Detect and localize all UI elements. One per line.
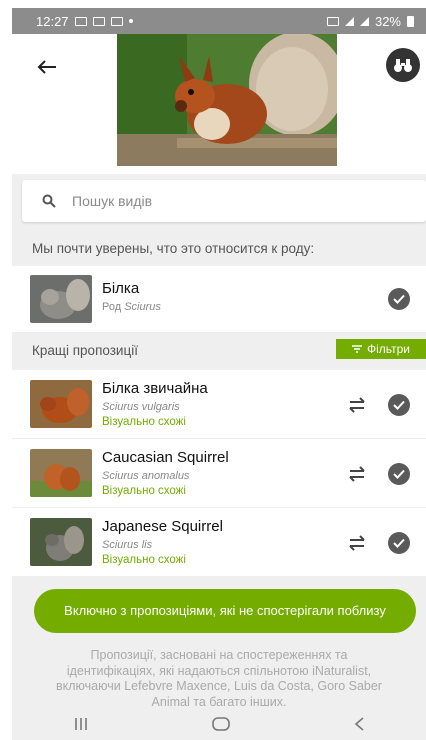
signal-icon-2 [359,16,369,26]
system-nav-bar [12,708,426,740]
attribution-note: Пропозиції, засновані на спостереженнях … [56,648,382,709]
select-genus-button[interactable] [388,288,410,310]
suggestion-scientific: Sciurus lis [102,539,153,551]
home-icon[interactable] [212,717,230,731]
include-nonlocal-button[interactable]: Включно з пропозиціями, які не спостеріг… [34,589,416,633]
phone-screen: 12:27 32% Пошук видів Мы почти уверены, … [12,8,426,740]
genus-thumbnail [30,275,92,323]
species-search[interactable] [22,180,426,222]
suggestion-text: Білка звичайна Sciurus vulgaris Візуальн… [102,380,208,428]
compare-icon [349,535,365,551]
battery-icon [407,15,414,27]
battery-percent: 32% [374,13,401,29]
genus-heading: Мы почти уверены, что это относится к ро… [32,241,315,256]
identify-button[interactable] [386,48,420,82]
check-icon [393,400,405,410]
suggestion-thumbnail [30,449,92,497]
alarm-icon [326,16,339,26]
suggestion-tag: Візуально схожі [102,485,186,497]
suggestion-thumbnail [30,518,92,566]
suggestion-name: Japanese Squirrel [102,518,223,535]
search-input[interactable] [70,192,374,210]
search-icon [42,194,56,208]
squirrel-photo [117,34,337,166]
filters-button[interactable]: Фільтри [336,339,426,359]
check-icon [393,469,405,479]
suggestion-name: Caucasian Squirrel [102,449,229,466]
genus-rank: Род Sciurus [102,301,161,313]
status-right: 32% [326,13,414,29]
back-button[interactable] [32,52,62,82]
binoculars-icon [394,59,412,72]
signal-icon [344,16,354,26]
status-time: 12:27 [36,13,69,29]
filter-icon [352,345,362,353]
genus-name: Білка [102,280,140,297]
genus-row[interactable]: Білка Род Sciurus [12,266,426,332]
hero-header [12,34,426,174]
suggestion-name: Білка звичайна [102,380,208,397]
rank-name: Sciurus [124,301,161,313]
select-suggestion-button[interactable] [388,394,410,416]
suggestion-row-3[interactable]: Japanese Squirrel Sciurus lis Візуально … [12,508,426,576]
suggestion-text: Caucasian Squirrel Sciurus anomalus Візу… [102,449,229,497]
status-left: 12:27 [36,14,133,29]
compare-button[interactable] [346,532,368,554]
filters-label: Фільтри [367,342,410,356]
back-arrow-icon [37,60,56,74]
genus-text: Білка Род Sciurus [102,280,161,313]
compare-button[interactable] [346,463,368,485]
select-suggestion-button[interactable] [388,463,410,485]
image-icon [110,16,123,26]
back-nav-icon[interactable] [353,717,365,731]
suggestion-thumbnail [30,380,92,428]
check-icon [393,538,405,548]
suggestion-row-2[interactable]: Caucasian Squirrel Sciurus anomalus Візу… [12,439,426,507]
rank-label: Род [102,301,122,313]
suggestion-tag: Візуально схожі [102,416,186,428]
observation-photo [117,34,337,166]
notification-icon [74,16,87,26]
dot-icon [128,19,133,23]
mail-icon [92,16,105,26]
suggestion-scientific: Sciurus anomalus [102,470,190,482]
suggestion-text: Japanese Squirrel Sciurus lis Візуально … [102,518,223,566]
check-icon [393,294,405,304]
status-bar: 12:27 32% [12,8,426,34]
suggestion-tag: Візуально схожі [102,554,186,566]
select-suggestion-button[interactable] [388,532,410,554]
suggestions-heading: Кращі пропозиції [32,343,138,358]
compare-icon [349,397,365,413]
compare-button[interactable] [346,394,368,416]
suggestion-row-1[interactable]: Білка звичайна Sciurus vulgaris Візуальн… [12,370,426,438]
recent-apps-icon[interactable] [73,717,89,731]
compare-icon [349,466,365,482]
suggestion-scientific: Sciurus vulgaris [102,401,180,413]
